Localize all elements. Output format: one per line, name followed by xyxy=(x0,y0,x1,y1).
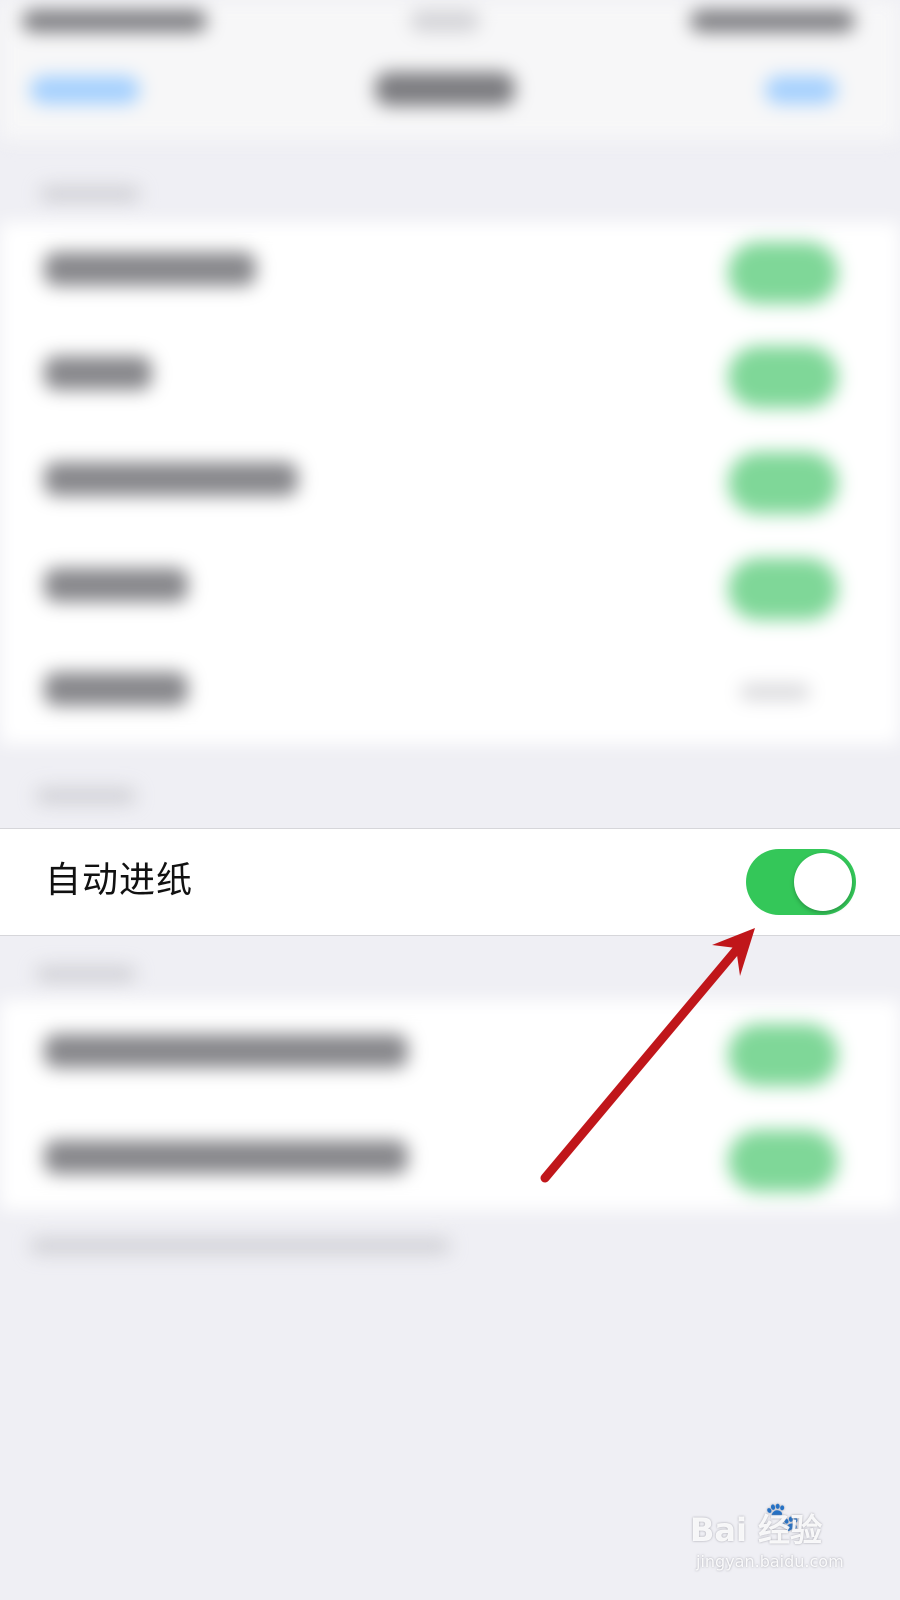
blurred-back-button xyxy=(30,76,140,104)
blurred-row xyxy=(0,322,900,428)
auto-feed-row: 自动进纸 xyxy=(0,828,900,936)
blurred-section-header xyxy=(36,966,136,982)
blurred-footer-text xyxy=(30,1238,450,1254)
blurred-row xyxy=(0,428,900,534)
blurred-background xyxy=(0,0,900,1600)
auto-feed-label: 自动进纸 xyxy=(45,860,194,901)
blurred-row xyxy=(0,218,900,324)
blurred-section-header xyxy=(36,788,136,804)
settings-screen: 自动进纸 🐾 Bai 经验 jingyan.baidu.com xyxy=(0,0,900,1600)
auto-feed-toggle[interactable] xyxy=(746,849,856,915)
watermark-url: jingyan.baidu.com xyxy=(696,1552,844,1571)
blurred-done-button xyxy=(765,76,837,104)
blurred-section-header xyxy=(40,186,140,202)
blurred-row xyxy=(0,534,900,640)
watermark-brand: Bai 经验 xyxy=(690,1511,823,1549)
blurred-status-right xyxy=(690,10,855,32)
toggle-knob xyxy=(794,853,852,911)
blurred-page-title xyxy=(375,72,515,106)
baidu-jingyan-watermark: 🐾 Bai 经验 jingyan.baidu.com xyxy=(690,1502,880,1580)
blurred-row xyxy=(0,1000,900,1106)
blurred-row xyxy=(0,638,900,744)
blurred-row xyxy=(0,1106,900,1212)
blurred-status-center xyxy=(410,10,480,32)
blurred-status-left xyxy=(22,10,207,32)
